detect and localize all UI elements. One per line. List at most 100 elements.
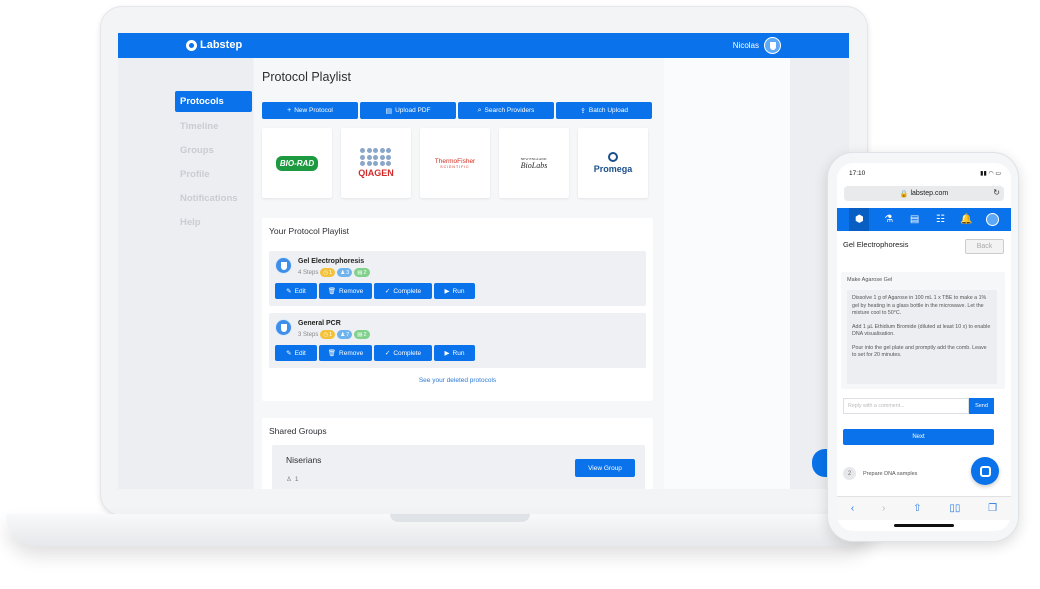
labstep-logo-icon[interactable]: ⬢	[849, 208, 870, 231]
laptop-screen: Labstep Nicolas Protocols Timeline Group…	[118, 33, 849, 489]
main-content: Protocol Playlist + New Protocol ▤ Upload …	[254, 58, 664, 489]
step-card: Make Agarose Gel Dissolve 1 g of Agarose…	[841, 272, 1005, 389]
sidebar-nav: Protocols Timeline Groups Profile Notifi…	[175, 91, 252, 234]
remove-button[interactable]: 🗑 Remove	[319, 283, 372, 299]
people-icon[interactable]: ☷	[934, 213, 947, 226]
tabs-icon[interactable]: ❐	[988, 503, 997, 514]
provider-qiagen[interactable]: QIAGEN	[341, 128, 411, 198]
user-menu[interactable]: Nicolas	[733, 37, 781, 54]
logo-text: Labstep	[200, 39, 243, 51]
user-name: Nicolas	[732, 41, 759, 50]
neb-text: BioLabs	[520, 160, 548, 170]
comment-badge: ▤ 2	[354, 330, 370, 339]
comment-input[interactable]: Reply with a comment...	[843, 398, 969, 414]
step-paragraph: Pour into the gel plate and promptly add…	[852, 344, 987, 359]
forward-arrow-icon[interactable]: ›	[882, 503, 885, 514]
protocol-meta: 3 Steps ◷ 1 ♟ 7 ▤ 2	[298, 330, 370, 339]
comment-row: Reply with a comment... Send	[843, 398, 994, 414]
user-avatar[interactable]	[985, 213, 999, 226]
play-icon: ▶	[444, 288, 450, 295]
mobile-navbar: ⬢ ⚗ ▤ ☷ 🔔	[837, 208, 1011, 231]
comment-badge: ▤ 2	[354, 268, 370, 277]
comment-icon: ▤	[357, 331, 363, 338]
protocol-item: General PCR 3 Steps ◷ 1 ♟ 7 ▤ 2 ✎ Edit 🗑 Remo…	[269, 313, 646, 368]
chat-button[interactable]	[971, 457, 999, 485]
browser-toolbar: ‹ › ⇧ ▯▯ ❐	[837, 496, 1011, 520]
clock-badge-count: 1	[329, 269, 333, 276]
step-paragraph: Add 1 µL Ethidium Bromide (diluted at le…	[852, 323, 991, 338]
protocol-steps: 3 Steps	[298, 331, 319, 338]
promega-logo: Promega	[593, 152, 633, 174]
step-body: Dissolve 1 g of Agarose in 100 mL 1 x TB…	[847, 290, 997, 384]
shared-groups-title: Shared Groups	[269, 426, 327, 436]
flask-icon[interactable]: ⚗	[882, 213, 895, 226]
phone-frame: 17:10 ▮▮ ◠ ▭ 🔒 labstep.com ↻ ⬢ ⚗ ▤ ☷ 🔔 G…	[827, 152, 1019, 542]
user-avatar[interactable]	[764, 37, 781, 54]
promega-ring-icon	[607, 152, 618, 162]
phone-screen: 17:10 ▮▮ ◠ ▭ 🔒 labstep.com ↻ ⬢ ⚗ ▤ ☷ 🔔 G…	[837, 163, 1011, 531]
promega-text: Promega	[593, 164, 633, 174]
run-label: Run	[452, 349, 465, 357]
provider-promega[interactable]: Promega	[578, 128, 648, 198]
next-step-item[interactable]: 2 Prepare DNA samples	[843, 467, 917, 480]
complete-button[interactable]: ✓ Complete	[374, 345, 432, 361]
bookmarks-icon[interactable]: ▯▯	[949, 503, 960, 514]
back-arrow-icon[interactable]: ‹	[851, 503, 854, 514]
sidebar-item-timeline[interactable]: Timeline	[175, 114, 252, 138]
run-label: Run	[452, 287, 465, 295]
send-button[interactable]: Send	[969, 398, 994, 414]
provider-neb[interactable]: NEW ENGLAND BioLabs	[499, 128, 569, 198]
search-providers-button[interactable]: ⌕ Search Providers	[458, 102, 554, 119]
protocol-name[interactable]: Gel Electrophoresis	[298, 258, 364, 265]
reload-icon[interactable]: ↻	[993, 188, 1000, 197]
remove-label: Remove	[339, 287, 364, 295]
edit-button[interactable]: ✎ Edit	[275, 283, 317, 299]
bell-icon[interactable]: 🔔	[960, 213, 973, 226]
next-step-label: Prepare DNA samples	[863, 470, 918, 477]
deleted-protocols-link[interactable]: See your deleted protocols	[262, 377, 653, 384]
sidebar: Protocols Timeline Groups Profile Notifi…	[118, 58, 253, 489]
provider-biorad[interactable]: BIO-RAD	[262, 128, 332, 198]
back-button[interactable]: Back	[965, 239, 1004, 254]
edit-label: Edit	[294, 287, 306, 295]
new-protocol-button[interactable]: + New Protocol	[262, 102, 358, 119]
edit-button[interactable]: ✎ Edit	[275, 345, 317, 361]
play-icon: ▶	[444, 350, 450, 357]
plus-icon: +	[287, 107, 292, 114]
complete-button[interactable]: ✓ Complete	[374, 283, 432, 299]
sidebar-item-profile[interactable]: Profile	[175, 162, 252, 186]
home-indicator	[894, 524, 954, 527]
clock-icon: ◷	[323, 331, 329, 338]
user-icon: ♟	[340, 269, 346, 276]
provider-thermofisher[interactable]: ThermoFisher SCIENTIFIC	[420, 128, 490, 198]
sidebar-item-groups[interactable]: Groups	[175, 138, 252, 162]
member-icon: ♙	[286, 476, 292, 483]
file-icon: ▤	[385, 107, 393, 115]
member-count-value: 1	[294, 475, 299, 483]
group-item: Niserians ♙ 1 View Group	[272, 445, 645, 489]
upload-pdf-button[interactable]: ▤ Upload PDF	[360, 102, 456, 119]
complete-label: Complete	[393, 287, 422, 295]
next-button[interactable]: Next	[843, 429, 994, 445]
qiagen-logo: QIAGEN	[358, 148, 394, 178]
view-group-button[interactable]: View Group	[575, 459, 635, 477]
laptop-notch	[390, 514, 530, 522]
sidebar-item-notifications[interactable]: Notifications	[175, 186, 252, 210]
run-button[interactable]: ▶ Run	[434, 283, 475, 299]
remove-button[interactable]: 🗑 Remove	[319, 345, 372, 361]
clock-icon: ◷	[323, 269, 329, 276]
qiagen-dots-icon	[360, 148, 392, 166]
protocol-name[interactable]: General PCR	[298, 320, 341, 327]
page-title: Protocol Playlist	[262, 70, 351, 84]
address-bar[interactable]: 🔒 labstep.com ↻	[844, 186, 1004, 201]
list-icon[interactable]: ▤	[908, 213, 921, 226]
share-icon[interactable]: ⇧	[913, 503, 921, 514]
sidebar-item-help[interactable]: Help	[175, 210, 252, 234]
provider-list: BIO-RAD QIAGEN ThermoFisher SCIENTIFIC N…	[262, 128, 648, 198]
protocol-avatar	[275, 257, 292, 274]
labstep-logo[interactable]: Labstep	[186, 39, 242, 51]
batch-upload-button[interactable]: ⇪ Batch Upload	[556, 102, 652, 119]
run-button[interactable]: ▶ Run	[434, 345, 475, 361]
sidebar-item-protocols[interactable]: Protocols	[175, 91, 252, 112]
search-providers-label: Search Providers	[484, 107, 535, 114]
